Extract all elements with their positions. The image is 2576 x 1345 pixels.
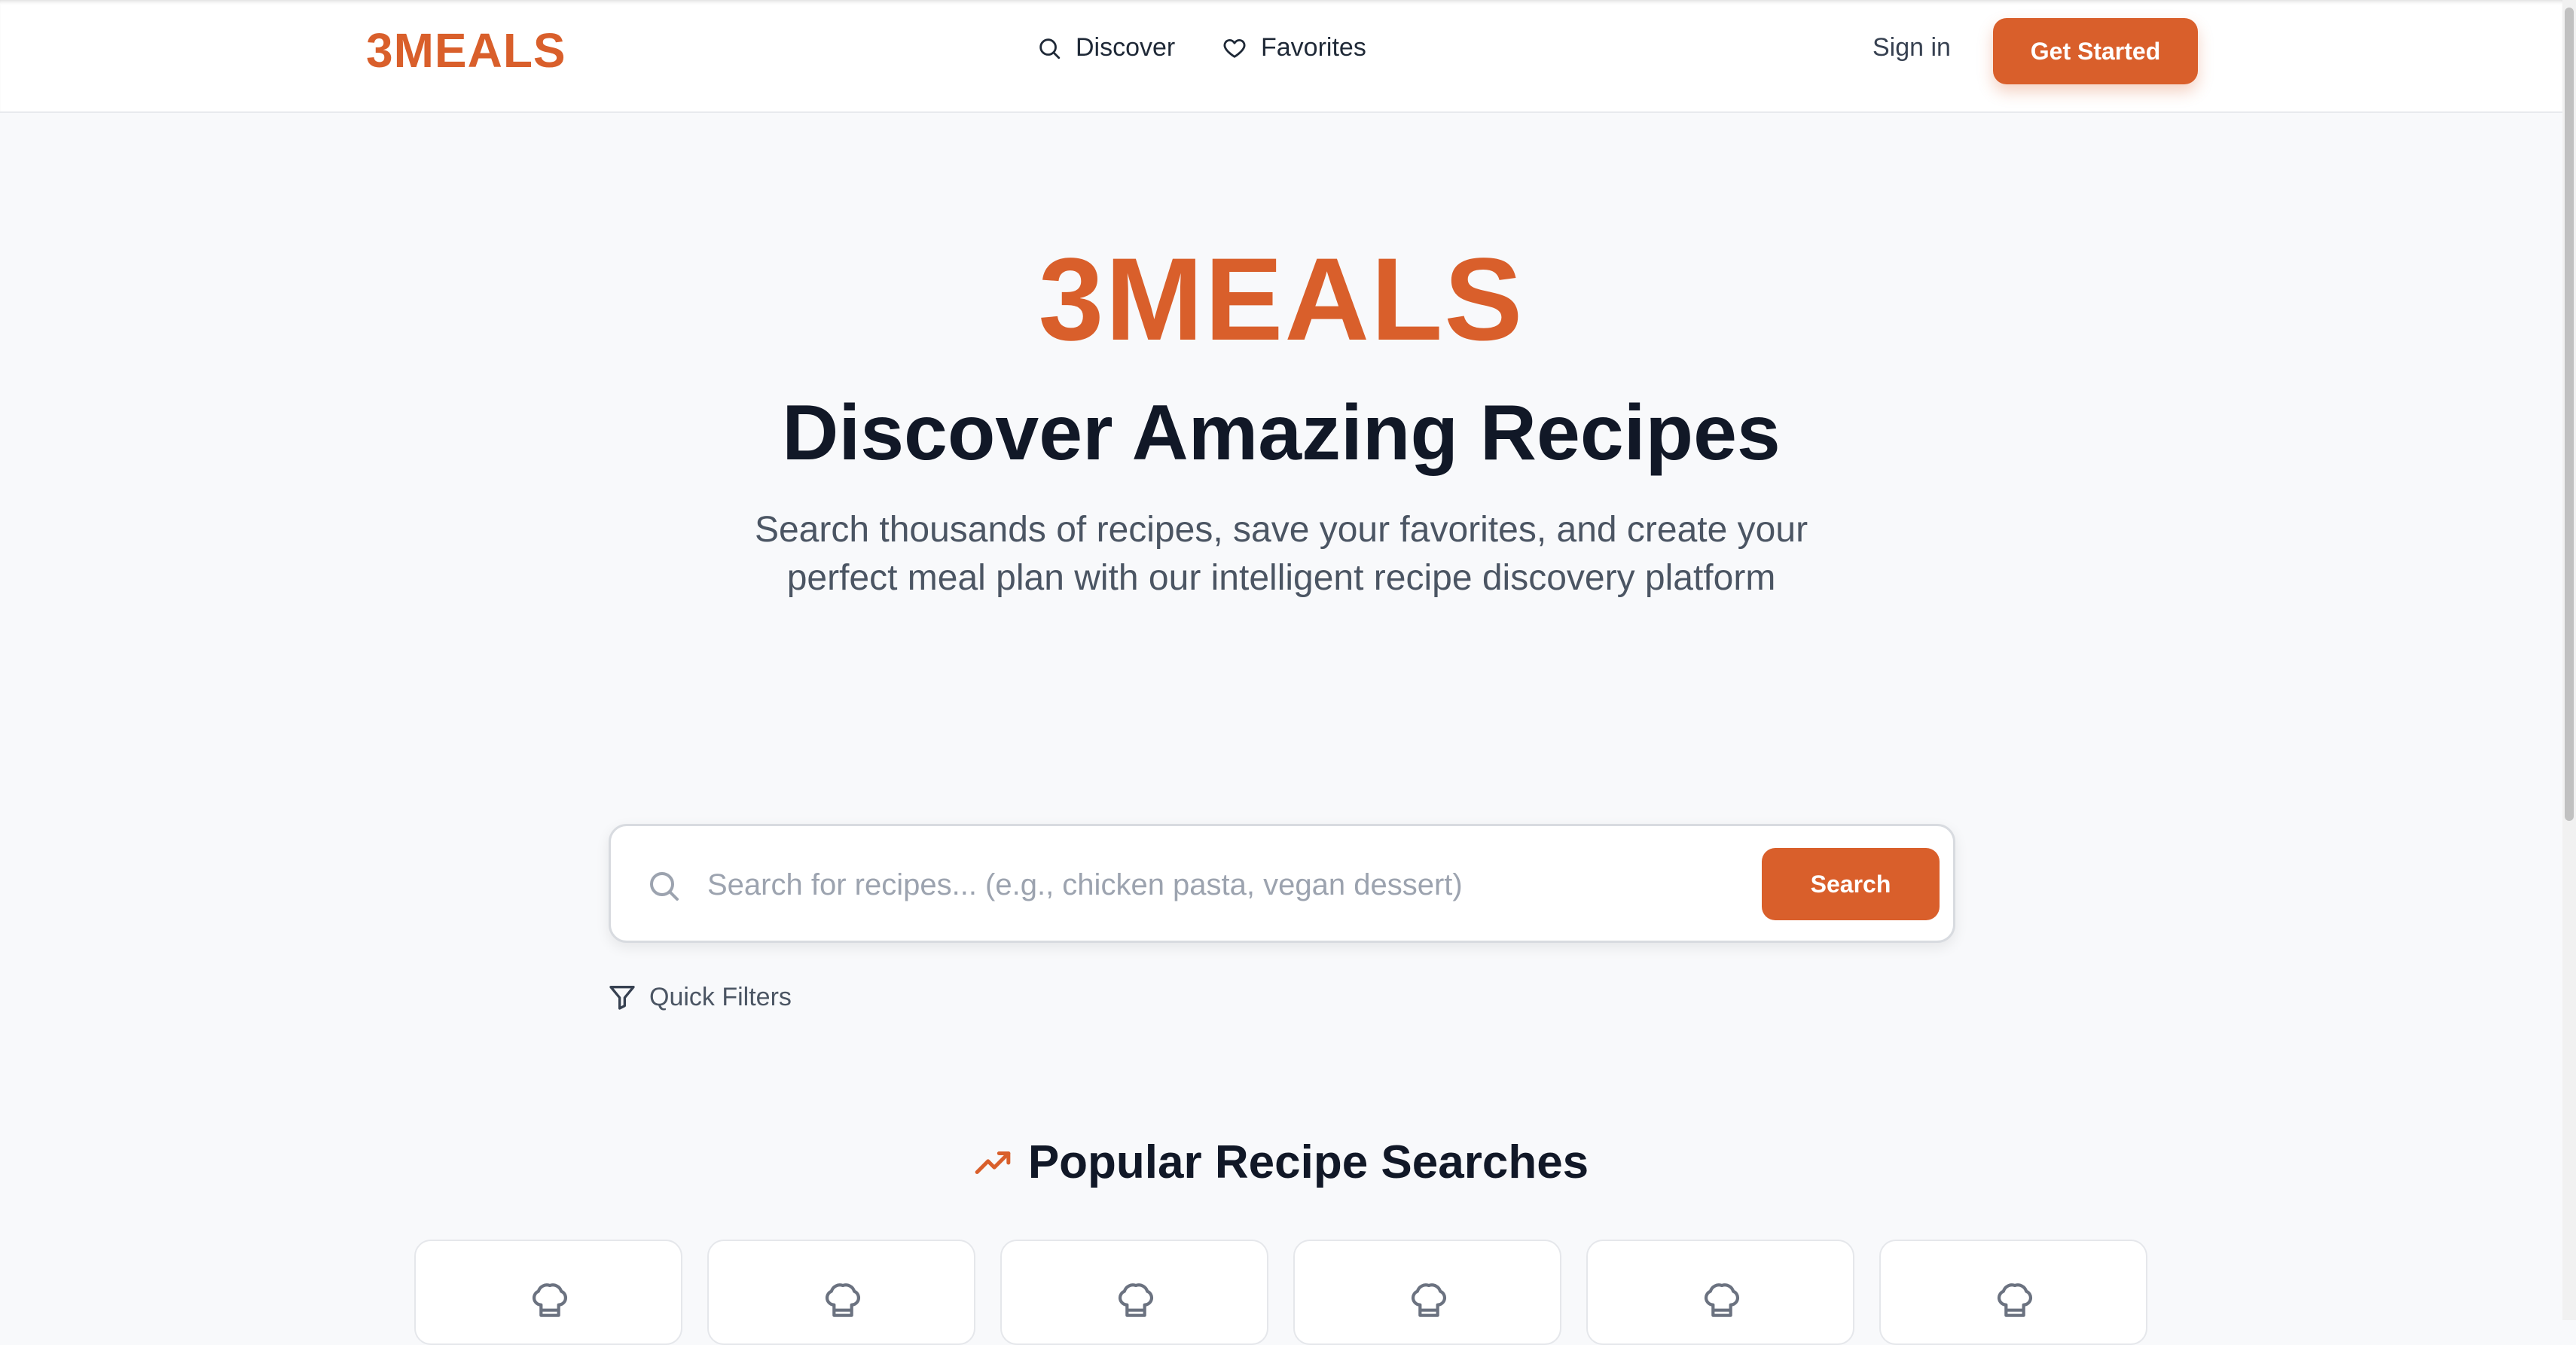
search-icon (1039, 38, 1061, 59)
chef-hat-icon (1704, 1283, 1740, 1317)
search-button[interactable]: Search (1762, 848, 1940, 920)
top-navbar: 3MEALS Discover Favorites Sign in Get St… (0, 0, 2562, 113)
recipe-search-bar: Search (609, 824, 1955, 943)
chef-hat-icon (1411, 1283, 1447, 1317)
popular-recipe-card[interactable] (414, 1240, 682, 1345)
popular-searches-heading: Popular Recipe Searches (0, 1136, 2562, 1189)
chef-hat-icon (532, 1283, 568, 1317)
nav-favorites[interactable]: Favorites (1222, 33, 1366, 63)
popular-recipe-card[interactable] (1000, 1240, 1268, 1345)
scrollbar-thumb[interactable] (2565, 8, 2574, 821)
popular-recipe-card[interactable] (1586, 1240, 1854, 1345)
chef-hat-icon (825, 1283, 861, 1317)
search-icon (650, 872, 679, 901)
nav-discover-label: Discover (1076, 33, 1176, 62)
recipe-search-input[interactable] (707, 852, 1671, 917)
sign-in-link[interactable]: Sign in (1872, 33, 1951, 63)
get-started-button[interactable]: Get Started (1993, 18, 2198, 84)
heart-icon (1223, 38, 1246, 58)
nav-discover[interactable]: Discover (1036, 33, 1175, 63)
brand-logo[interactable]: 3MEALS (366, 23, 566, 78)
quick-filters-toggle[interactable]: Quick Filters (607, 982, 792, 1012)
hero-subtitle: Search thousands of recipes, save your f… (754, 510, 1808, 598)
trending-up-icon (975, 1151, 1011, 1174)
hero-title: Discover Amazing Recipes (782, 389, 1781, 477)
popular-recipe-card[interactable] (1879, 1240, 2147, 1345)
popular-recipe-card[interactable] (707, 1240, 975, 1345)
nav-favorites-label: Favorites (1261, 33, 1366, 62)
chef-hat-icon (1997, 1283, 2033, 1317)
quick-filters-label: Quick Filters (649, 982, 792, 1011)
popular-recipe-card[interactable] (1293, 1240, 1561, 1345)
hero-brand: 3MEALS (1038, 234, 1525, 365)
chef-hat-icon (1118, 1283, 1154, 1317)
filter-icon (609, 986, 635, 1010)
popular-searches-title: Popular Recipe Searches (1027, 1136, 1589, 1188)
